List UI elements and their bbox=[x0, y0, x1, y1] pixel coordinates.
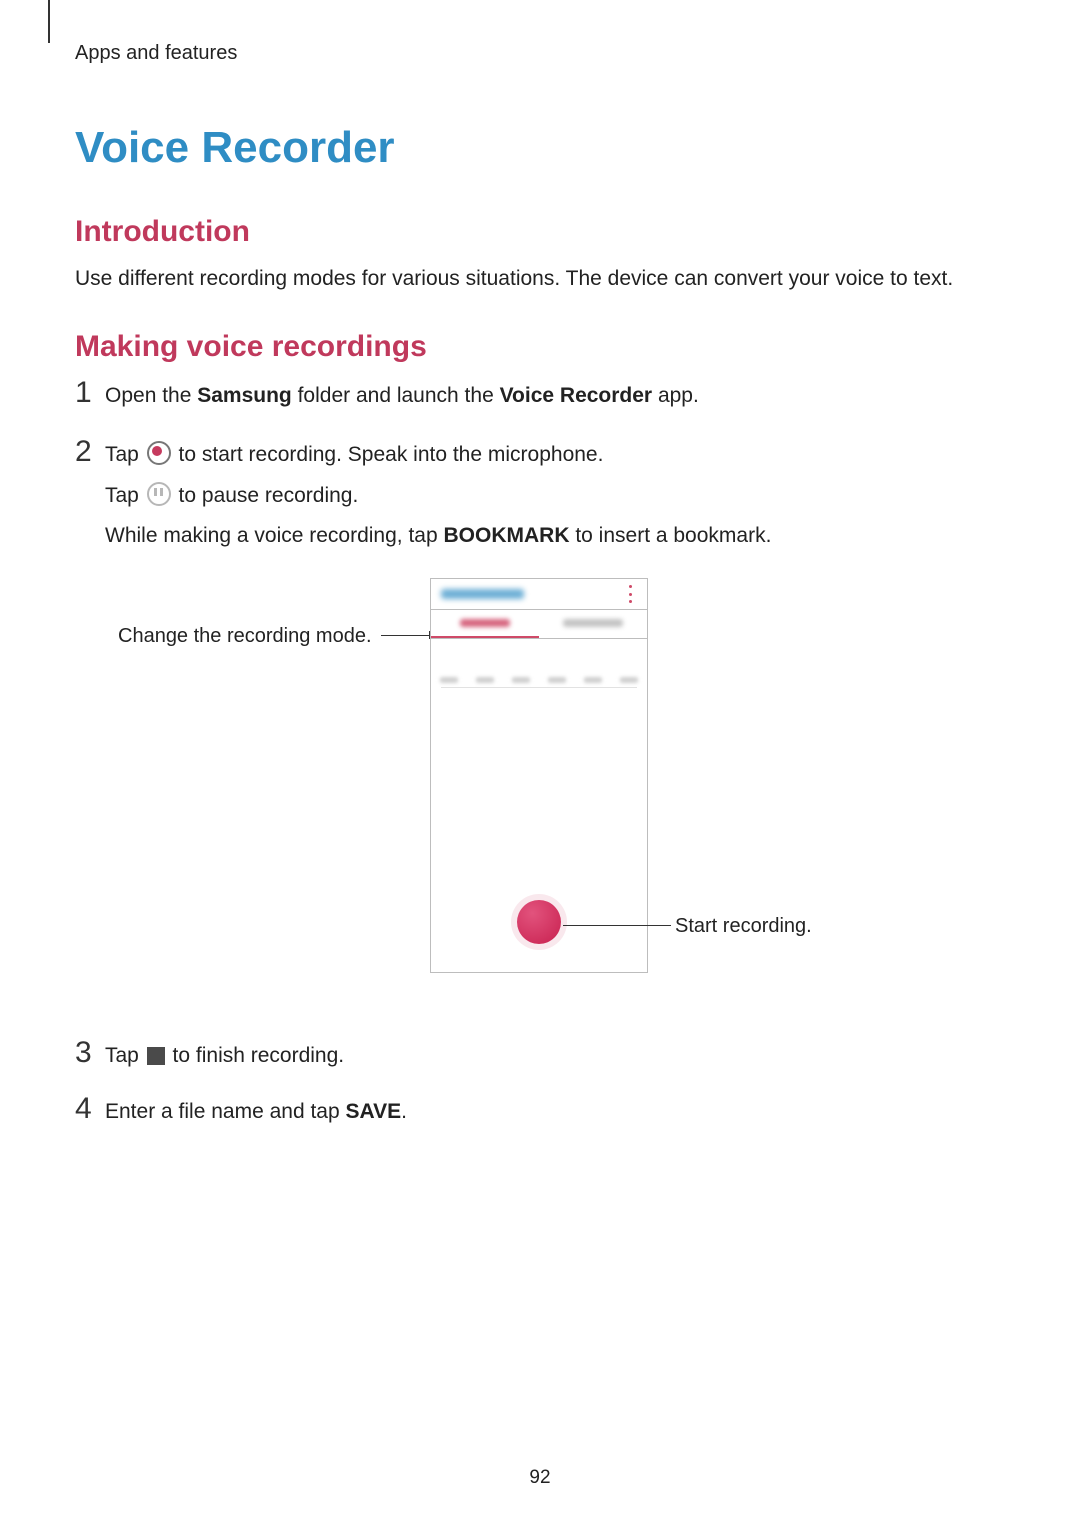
step-body: Open the Samsung folder and launch the V… bbox=[105, 379, 1005, 420]
text: . bbox=[401, 1100, 407, 1123]
record-button[interactable] bbox=[517, 900, 561, 944]
callout-change-mode: Change the recording mode. bbox=[118, 623, 372, 649]
step-4: 4 Enter a file name and tap SAVE. bbox=[75, 1094, 1005, 1136]
voice-recorder-bold: Voice Recorder bbox=[500, 384, 653, 407]
device-timeline bbox=[431, 639, 647, 709]
text: While making a voice recording, tap bbox=[105, 524, 444, 547]
step-number: 3 bbox=[75, 1038, 105, 1068]
tab-speech-to-text[interactable] bbox=[539, 610, 647, 638]
step-number: 1 bbox=[75, 378, 105, 408]
intro-paragraph: Use different recording modes for variou… bbox=[75, 263, 1005, 296]
record-icon bbox=[147, 441, 171, 465]
samsung-bold: Samsung bbox=[197, 384, 292, 407]
step-1: 1 Open the Samsung folder and launch the… bbox=[75, 378, 1005, 420]
tab-standard[interactable] bbox=[431, 610, 539, 638]
step-3: 3 Tap to finish recording. bbox=[75, 1038, 1005, 1080]
text: Open the bbox=[105, 384, 197, 407]
save-bold: SAVE bbox=[346, 1100, 402, 1123]
text: to finish recording. bbox=[167, 1044, 344, 1067]
section-heading-introduction: Introduction bbox=[75, 215, 1005, 249]
page-margin-rule bbox=[48, 0, 50, 43]
breadcrumb: Apps and features bbox=[75, 42, 1005, 65]
text: Tap bbox=[105, 484, 145, 507]
callout-start-recording: Start recording. bbox=[675, 913, 812, 939]
callout-text: Change the recording mode. bbox=[118, 625, 372, 648]
step-number: 2 bbox=[75, 437, 105, 467]
step-body: Tap to finish recording. bbox=[105, 1039, 1005, 1080]
step-body: Enter a file name and tap SAVE. bbox=[105, 1095, 1005, 1136]
more-options-icon[interactable] bbox=[623, 585, 637, 603]
page-title: Voice Recorder bbox=[75, 123, 1005, 173]
stop-icon bbox=[147, 1047, 165, 1065]
section-heading-making: Making voice recordings bbox=[75, 330, 1005, 364]
device-mock bbox=[430, 578, 648, 973]
callout-text: Start recording. bbox=[675, 915, 812, 938]
bookmark-bold: BOOKMARK bbox=[444, 524, 570, 547]
recording-mode-tabs[interactable] bbox=[431, 610, 647, 639]
text: Tap bbox=[105, 443, 145, 466]
device-figure: Change the recording mode. bbox=[75, 578, 1005, 998]
step-2: 2 Tap to start recording. Speak into the… bbox=[75, 437, 1005, 560]
device-header bbox=[431, 579, 647, 610]
text: app. bbox=[652, 384, 699, 407]
page-number: 92 bbox=[0, 1467, 1080, 1489]
text: Tap bbox=[105, 1044, 145, 1067]
manual-page: Apps and features Voice Recorder Introdu… bbox=[0, 0, 1080, 1527]
text: to start recording. Speak into the micro… bbox=[173, 443, 604, 466]
step-number: 4 bbox=[75, 1094, 105, 1124]
callout-line-left bbox=[381, 635, 429, 636]
timeline-ticks bbox=[431, 677, 647, 683]
pause-icon bbox=[147, 482, 171, 506]
text: to pause recording. bbox=[173, 484, 359, 507]
text: Enter a file name and tap bbox=[105, 1100, 346, 1123]
step-body: Tap to start recording. Speak into the m… bbox=[105, 438, 1005, 560]
device-title-blur bbox=[441, 589, 524, 599]
text: to insert a bookmark. bbox=[570, 524, 772, 547]
callout-line-right bbox=[563, 925, 671, 926]
text: folder and launch the bbox=[292, 384, 500, 407]
